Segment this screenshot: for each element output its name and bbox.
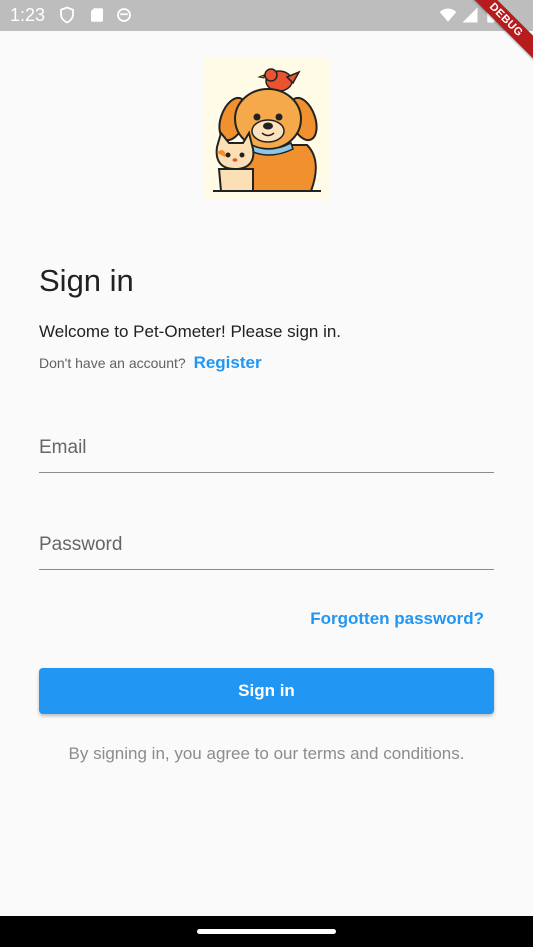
- password-input[interactable]: [39, 521, 494, 569]
- register-prompt: Don't have an account? Register: [39, 352, 262, 374]
- home-gesture-handle[interactable]: [197, 929, 336, 934]
- no-account-text: Don't have an account?: [39, 355, 186, 371]
- welcome-text: Welcome to Pet-Ometer! Please sign in.: [39, 322, 342, 341]
- status-time: 1:23: [10, 5, 46, 25]
- pet-logo: [203, 57, 330, 199]
- email-input[interactable]: [39, 424, 494, 472]
- sign-in-screen: 1:23 DEBUG Sign in Welcome to Pet-Ometer…: [0, 0, 533, 947]
- forgot-password-link[interactable]: Forgotten password?: [310, 608, 484, 630]
- shield-icon: [58, 6, 76, 24]
- status-bar: 1:23: [0, 0, 533, 31]
- email-field[interactable]: [39, 424, 494, 473]
- terms-text: By signing in, you agree to our terms an…: [68, 744, 465, 763]
- sd-card-icon: [88, 6, 106, 24]
- page-title: Sign in: [39, 263, 134, 298]
- password-field[interactable]: [39, 521, 494, 570]
- sync-icon: [115, 6, 133, 24]
- navigation-bar: [0, 916, 533, 947]
- signal-icon: [461, 6, 479, 24]
- sign-in-button[interactable]: Sign in: [39, 668, 494, 714]
- wifi-icon: [439, 6, 457, 24]
- register-link[interactable]: Register: [194, 353, 262, 372]
